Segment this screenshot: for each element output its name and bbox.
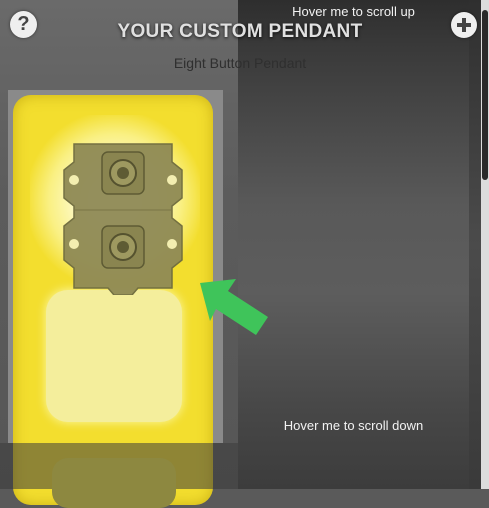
scroll-panel: [238, 0, 469, 489]
right-strip: [469, 0, 481, 489]
help-button[interactable]: ?: [10, 11, 37, 38]
pointer-arrow-icon: [200, 279, 268, 335]
vertical-scrollbar[interactable]: [481, 0, 489, 489]
scroll-down-zone[interactable]: Hover me to scroll down: [238, 418, 469, 433]
pendant-type-label: Eight Button Pendant: [173, 55, 307, 71]
button-slot[interactable]: [52, 458, 176, 508]
page-title: YOUR CUSTOM PENDANT: [117, 21, 363, 42]
button-slot[interactable]: [46, 290, 182, 422]
button-insert-icon[interactable]: [62, 140, 184, 295]
question-icon: ?: [17, 13, 30, 35]
scroll-up-zone[interactable]: Hover me to scroll up: [238, 4, 469, 19]
scrollbar-thumb[interactable]: [482, 10, 488, 180]
